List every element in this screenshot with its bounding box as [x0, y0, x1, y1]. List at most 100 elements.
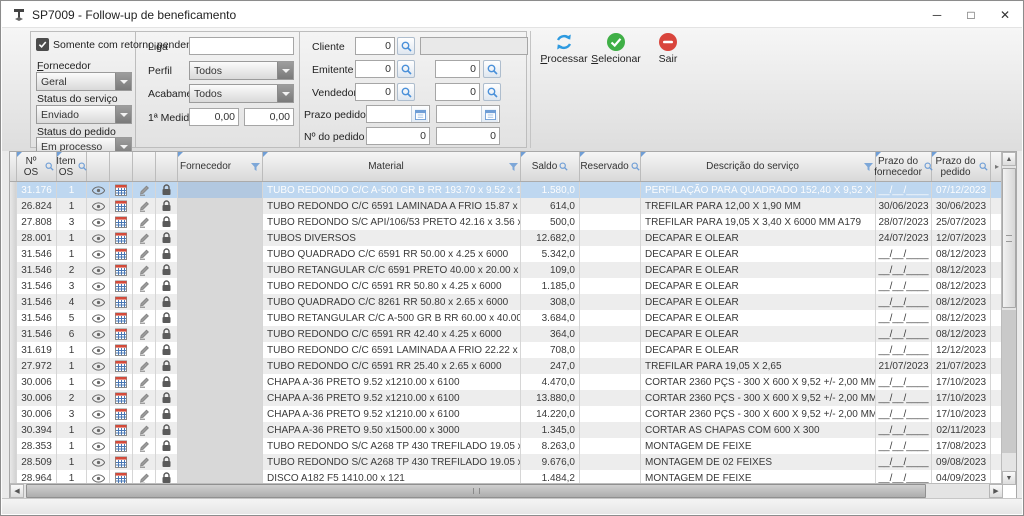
num-pedido-input-2[interactable]: 0	[436, 127, 500, 145]
lock-button[interactable]	[156, 278, 178, 294]
lock-button[interactable]	[156, 214, 178, 230]
header-os[interactable]: Nº OS	[17, 152, 57, 181]
calendar-icon[interactable]	[411, 106, 428, 122]
maximize-button[interactable]: □	[954, 2, 988, 27]
table-row[interactable]: 26.824 1 TUBO REDONDO C/C 6591 LAMINADA …	[10, 198, 1003, 214]
schedule-button[interactable]	[110, 422, 133, 438]
view-button[interactable]	[87, 230, 110, 246]
horizontal-scroll-thumb[interactable]	[26, 484, 926, 498]
lock-button[interactable]	[156, 374, 178, 390]
lock-button[interactable]	[156, 262, 178, 278]
calendar-icon[interactable]	[481, 106, 498, 122]
perfil-select[interactable]: Todos	[189, 61, 294, 80]
view-button[interactable]	[87, 198, 110, 214]
header-item-os[interactable]: Item OS	[57, 152, 87, 181]
lock-button[interactable]	[156, 326, 178, 342]
vendedor-search-button-2[interactable]	[483, 83, 501, 101]
edit-button[interactable]	[133, 214, 156, 230]
view-button[interactable]	[87, 278, 110, 294]
edit-button[interactable]	[133, 278, 156, 294]
lock-button[interactable]	[156, 182, 178, 198]
emitente-search-button-1[interactable]	[397, 60, 415, 78]
lock-button[interactable]	[156, 454, 178, 470]
close-button[interactable]: ✕	[988, 2, 1022, 27]
table-row[interactable]: 31.619 1 TUBO REDONDO C/C 6591 LAMINADA …	[10, 342, 1003, 358]
horizontal-scrollbar[interactable]: ◀ ▶	[10, 483, 1003, 498]
scroll-left-icon[interactable]: ◀	[10, 484, 24, 498]
status-servico-select[interactable]: Enviado	[36, 105, 132, 124]
view-button[interactable]	[87, 294, 110, 310]
scroll-down-icon[interactable]: ▼	[1002, 471, 1016, 485]
view-button[interactable]	[87, 422, 110, 438]
processar-button[interactable]: Processar	[538, 30, 590, 68]
table-row[interactable]: 31.546 4 TUBO QUADRADO C/C 8261 RR 50.80…	[10, 294, 1003, 310]
lock-button[interactable]	[156, 198, 178, 214]
emitente-code-input-2[interactable]: 0	[435, 60, 480, 78]
edit-button[interactable]	[133, 198, 156, 214]
header-prazo-pedido[interactable]: Prazo do pedido	[932, 152, 991, 181]
table-row[interactable]: 31.546 3 TUBO REDONDO C/C 6591 RR 50.80 …	[10, 278, 1003, 294]
header-material[interactable]: Material	[263, 152, 521, 181]
prazo-pedido-date-2[interactable]	[436, 105, 500, 123]
schedule-button[interactable]	[110, 262, 133, 278]
view-button[interactable]	[87, 454, 110, 470]
table-row[interactable]: 28.509 1 TUBO REDONDO S/C A268 TP 430 TR…	[10, 454, 1003, 470]
schedule-button[interactable]	[110, 326, 133, 342]
schedule-button[interactable]	[110, 374, 133, 390]
schedule-button[interactable]	[110, 198, 133, 214]
prazo-pedido-date-1[interactable]	[366, 105, 430, 123]
header-saldo[interactable]: Saldo	[521, 152, 580, 181]
lock-button[interactable]	[156, 438, 178, 454]
header-fornecedor[interactable]: Fornecedor	[178, 152, 263, 181]
lock-button[interactable]	[156, 390, 178, 406]
sair-button[interactable]: Sair	[642, 30, 694, 68]
edit-button[interactable]	[133, 182, 156, 198]
table-row[interactable]: 31.546 2 TUBO RETANGULAR C/C 6591 PRETO …	[10, 262, 1003, 278]
schedule-button[interactable]	[110, 454, 133, 470]
edit-button[interactable]	[133, 342, 156, 358]
edit-button[interactable]	[133, 246, 156, 262]
emitente-search-button-2[interactable]	[483, 60, 501, 78]
edit-button[interactable]	[133, 438, 156, 454]
lock-button[interactable]	[156, 310, 178, 326]
schedule-button[interactable]	[110, 246, 133, 262]
num-pedido-input-1[interactable]: 0	[366, 127, 430, 145]
acabamento-select[interactable]: Todos	[189, 84, 294, 103]
view-button[interactable]	[87, 406, 110, 422]
vendedor-search-button-1[interactable]	[397, 83, 415, 101]
edit-button[interactable]	[133, 230, 156, 246]
table-row[interactable]: 30.006 3 CHAPA A-36 PRETO 9.52 x1210.00 …	[10, 406, 1003, 422]
schedule-button[interactable]	[110, 438, 133, 454]
scroll-right-icon[interactable]: ▶	[989, 484, 1003, 498]
medida-input-1[interactable]: 0,00	[189, 108, 239, 126]
fornecedor-select[interactable]: Geral	[36, 72, 132, 91]
edit-button[interactable]	[133, 326, 156, 342]
schedule-button[interactable]	[110, 278, 133, 294]
lock-button[interactable]	[156, 406, 178, 422]
lock-button[interactable]	[156, 422, 178, 438]
view-button[interactable]	[87, 390, 110, 406]
vertical-scrollbar[interactable]: ▲ ▼	[1001, 152, 1016, 485]
schedule-button[interactable]	[110, 182, 133, 198]
table-row[interactable]: 28.353 1 TUBO REDONDO S/C A268 TP 430 TR…	[10, 438, 1003, 454]
schedule-button[interactable]	[110, 294, 133, 310]
schedule-button[interactable]	[110, 214, 133, 230]
selecionar-button[interactable]: Selecionar	[590, 30, 642, 68]
edit-button[interactable]	[133, 310, 156, 326]
view-button[interactable]	[87, 310, 110, 326]
view-button[interactable]	[87, 326, 110, 342]
view-button[interactable]	[87, 374, 110, 390]
cliente-search-button[interactable]	[397, 37, 415, 55]
table-row[interactable]: 27.972 1 TUBO REDONDO C/C 6591 RR 25.40 …	[10, 358, 1003, 374]
header-reservado[interactable]: Reservado	[580, 152, 641, 181]
view-button[interactable]	[87, 262, 110, 278]
table-row[interactable]: 28.001 1 TUBOS DIVERSOS 12.682,0 DECAPAR…	[10, 230, 1003, 246]
edit-button[interactable]	[133, 294, 156, 310]
lock-button[interactable]	[156, 246, 178, 262]
edit-button[interactable]	[133, 390, 156, 406]
schedule-button[interactable]	[110, 230, 133, 246]
lock-button[interactable]	[156, 294, 178, 310]
edit-button[interactable]	[133, 358, 156, 374]
view-button[interactable]	[87, 438, 110, 454]
view-button[interactable]	[87, 214, 110, 230]
